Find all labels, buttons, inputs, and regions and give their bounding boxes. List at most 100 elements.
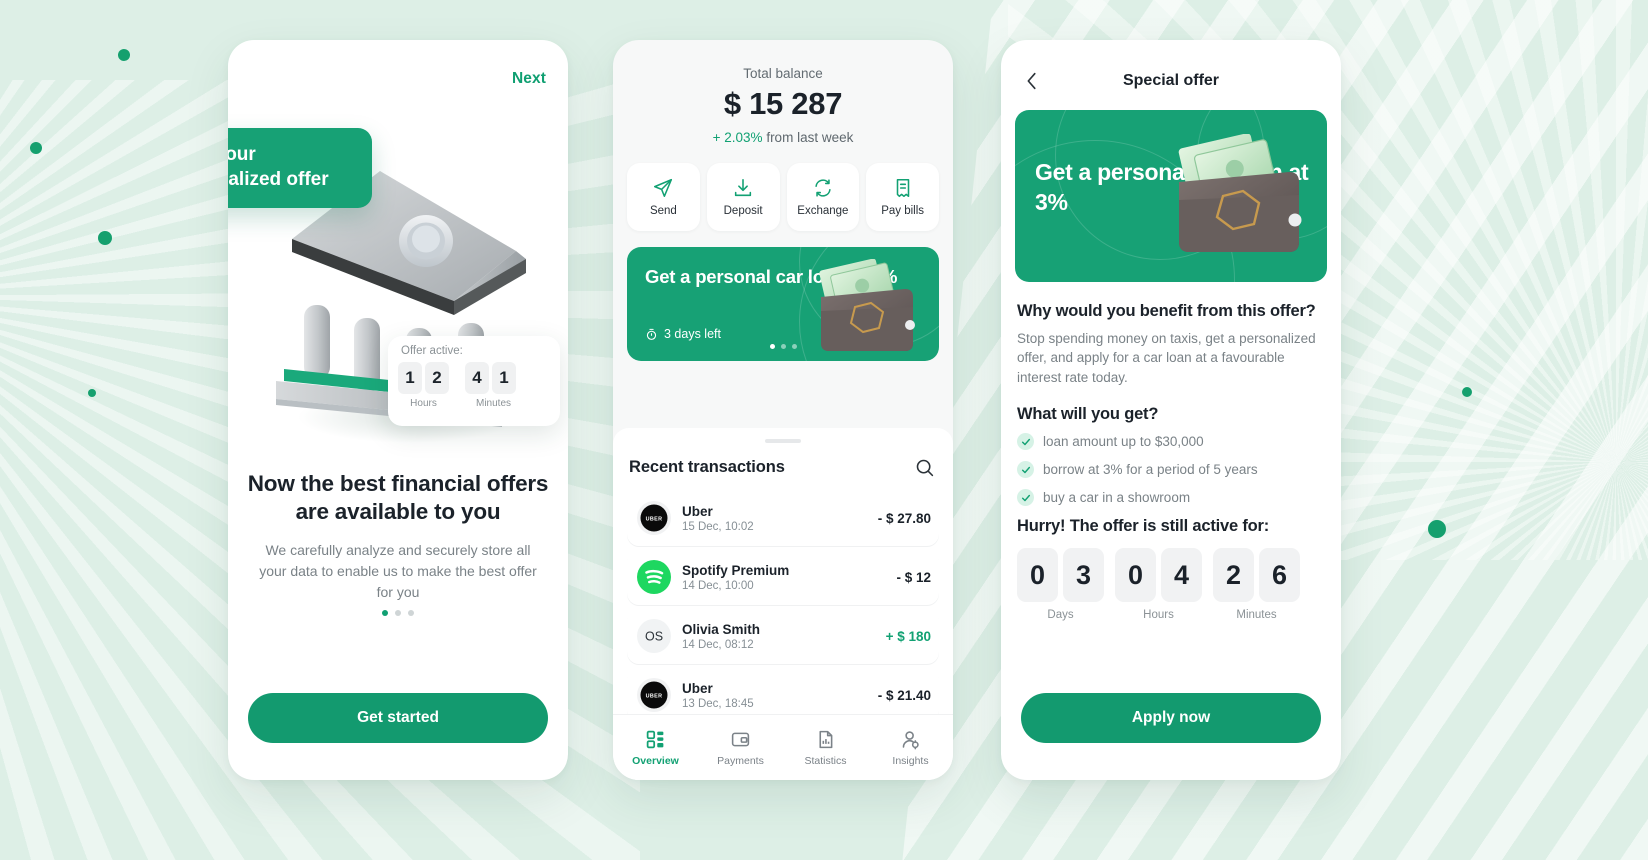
tab-insights-label: Insights	[892, 754, 929, 767]
contact-initials-avatar: OS	[637, 619, 671, 653]
promo-banner[interactable]: Get a personal car loan at 3% 3 days lef…	[627, 247, 939, 361]
svg-text:OS: OS	[645, 630, 663, 644]
what-you-get-heading: What will you get?	[1017, 405, 1159, 424]
transaction-amount: + $ 180	[885, 628, 931, 644]
countdown-days: 0 3 Days	[1017, 548, 1104, 621]
next-button[interactable]: Next	[512, 70, 546, 88]
transaction-details: Uber 15 Dec, 10:02	[682, 504, 867, 533]
transaction-date: 14 Dec, 08:12	[682, 638, 754, 651]
countdown-timer: 0 3 Days 0 4 Hours 2 6 Minutes	[1017, 548, 1325, 621]
action-send[interactable]: Send	[627, 163, 700, 231]
benefit-heading: Why would you benefit from this offer?	[1017, 302, 1316, 320]
offer-active-card: Offer active: 1 2 4 1 Hours Minutes	[388, 336, 560, 426]
transaction-name: Spotify Premium	[682, 562, 790, 578]
wallet-icon	[731, 732, 750, 746]
pager-dot-2[interactable]	[395, 610, 401, 616]
offer-hour-digit-1: 1	[398, 362, 422, 394]
transaction-details: Uber 13 Dec, 18:45	[682, 681, 867, 710]
send-icon	[654, 178, 673, 198]
promo-dot-2[interactable]	[780, 344, 786, 349]
offer-minute-digit-2: 1	[492, 362, 516, 394]
tab-statistics[interactable]: Statistics	[783, 729, 868, 767]
countdown-days-digit-2: 3	[1063, 548, 1104, 603]
tab-overview[interactable]: Overview	[613, 729, 698, 767]
action-pay-bills[interactable]: Pay bills	[866, 163, 939, 231]
onboarding-headline: Now the best financial offers are availa…	[247, 471, 549, 525]
offer-minutes-label: Minutes	[475, 398, 511, 409]
transaction-name: Uber	[682, 680, 713, 696]
transactions-list: UBER Uber 15 Dec, 10:02- $ 27.80 Spotify Pr…	[613, 490, 953, 723]
countdown-days-digit-1: 0	[1017, 548, 1058, 603]
promo-pager[interactable]	[627, 344, 939, 349]
countdown-minutes-digit-2: 6	[1259, 548, 1300, 603]
promo-dot-3[interactable]	[791, 344, 797, 349]
tab-payments-label: Payments	[717, 754, 764, 767]
balance-delta: + 2.03% from last week	[613, 130, 953, 145]
phone-mockups: Next Grab your personalized offer	[0, 0, 1648, 860]
pager-dot-1[interactable]	[382, 610, 388, 616]
transaction-details: Spotify Premium 14 Dec, 10:00	[682, 563, 885, 592]
countdown-hours-digit-2: 4	[1161, 548, 1202, 603]
grid-icon	[646, 730, 664, 748]
offer-hours-group: 1 2	[398, 362, 449, 394]
uber-logo: UBER	[637, 501, 671, 535]
stopwatch-icon	[646, 328, 657, 340]
transaction-date: 13 Dec, 18:45	[682, 697, 754, 710]
countdown-minutes-digit-1: 2	[1213, 548, 1254, 603]
benefit-text: buy a car in a showroom	[1043, 490, 1191, 506]
svg-text:UBER: UBER	[646, 693, 663, 699]
onboarding-subtext: We carefully analyze and securely store …	[259, 542, 537, 600]
balance-delta-value: + 2.03%	[712, 130, 763, 145]
offer-active-label: Offer active:	[401, 345, 463, 357]
action-exchange-label: Exchange	[797, 205, 849, 217]
check-icon	[1017, 489, 1034, 507]
promo-dot-1[interactable]	[769, 344, 775, 349]
tab-statistics-label: Statistics	[804, 754, 847, 767]
countdown-gap-1	[1104, 548, 1115, 621]
action-deposit-label: Deposit	[723, 205, 763, 217]
transaction-date: 14 Dec, 10:00	[682, 579, 754, 592]
countdown-hours: 0 4 Hours	[1115, 548, 1202, 621]
transaction-avatar: UBER	[637, 501, 671, 535]
transaction-row[interactable]: OS Olivia Smith 14 Dec, 08:12 + $ 180	[627, 608, 939, 664]
total-balance-label: Total balance	[743, 66, 823, 81]
offer-hours-label: Hours	[410, 398, 437, 409]
transaction-amount: - $ 21.40	[877, 687, 931, 703]
pay-bills-icon	[896, 178, 909, 198]
offer-minute-digit-1: 4	[465, 362, 489, 394]
get-started-button[interactable]: Get started	[248, 693, 548, 743]
offer-content: Why would you benefit from this offer? S…	[1001, 302, 1341, 621]
phone-onboarding: Next Grab your personalized offer	[228, 40, 568, 780]
countdown-hours-boxes: 0 4	[1115, 548, 1202, 603]
tab-payments[interactable]: Payments	[698, 729, 783, 767]
promo-meta-text: 3 days left	[664, 327, 721, 341]
transaction-avatar: UBER	[637, 678, 671, 712]
check-icon	[1017, 433, 1034, 451]
balance-delta-suffix: from last week	[762, 130, 854, 145]
benefit-item: loan amount up to $30,000	[1017, 433, 1325, 451]
grab-offer-badge: Grab your personalized offer	[228, 128, 372, 209]
transaction-avatar	[637, 560, 671, 594]
onboarding-pager[interactable]	[228, 610, 568, 616]
search-icon[interactable]	[914, 457, 935, 478]
countdown-hours-label: Hours	[1143, 609, 1174, 622]
svg-text:UBER: UBER	[646, 516, 663, 522]
transaction-name: Olivia Smith	[682, 621, 761, 637]
tab-insights[interactable]: Insights	[868, 729, 953, 767]
pager-dot-3[interactable]	[408, 610, 414, 616]
countdown-minutes-boxes: 2 6	[1213, 548, 1300, 603]
transaction-row[interactable]: UBER Uber 15 Dec, 10:02 - $ 27.80	[627, 490, 939, 546]
uber-logo: UBER	[637, 678, 671, 712]
total-balance-amount: $ 15 287	[723, 86, 843, 121]
offer-active-unit-labels: Hours Minutes	[398, 398, 550, 409]
chart-doc-icon	[819, 730, 833, 748]
countdown-days-label: Days	[1047, 609, 1074, 622]
action-deposit[interactable]: Deposit	[706, 163, 780, 231]
apply-now-button[interactable]: Apply now	[1021, 693, 1321, 743]
offer-hour-digit-2: 2	[425, 362, 449, 394]
transactions-header: Recent transactions	[613, 443, 953, 478]
transaction-row[interactable]: Spotify Premium 14 Dec, 10:00 - $ 12	[627, 549, 939, 605]
action-send-label: Send	[649, 205, 677, 217]
action-exchange[interactable]: Exchange	[786, 163, 860, 231]
countdown-days-boxes: 0 3	[1017, 548, 1104, 603]
